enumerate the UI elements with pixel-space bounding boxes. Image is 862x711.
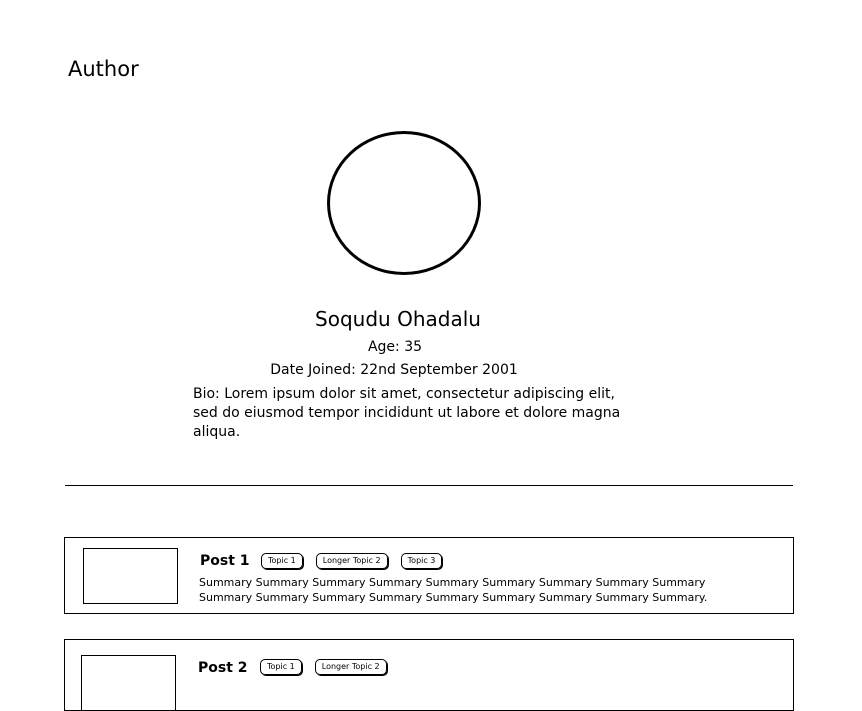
topic-tag[interactable]: Longer Topic 2 [314, 659, 387, 675]
topic-tag[interactable]: Topic 3 [400, 553, 443, 569]
post-title[interactable]: Post 1 [200, 553, 250, 569]
post-topics: Topic 1 Longer Topic 2 Topic 3 [261, 553, 443, 569]
post-thumbnail[interactable] [83, 548, 178, 604]
post-card[interactable]: Post 1 Topic 1 Longer Topic 2 Topic 3 Su… [64, 537, 794, 614]
post-thumbnail[interactable] [81, 655, 176, 711]
author-age: Age: 35 [367, 339, 423, 355]
topic-tag[interactable]: Topic 1 [260, 659, 302, 675]
post-card[interactable]: Post 2 Topic 1 Longer Topic 2 [64, 639, 794, 711]
avatar [327, 131, 481, 275]
author-name: Soqudu Ohadalu [315, 307, 481, 331]
topic-tag[interactable]: Topic 1 [261, 553, 303, 569]
post-title[interactable]: Post 2 [198, 660, 248, 676]
author-bio: Bio: Lorem ipsum dolor sit amet, consect… [193, 386, 621, 440]
author-date-joined: Date Joined: 22nd September 2001 [270, 362, 518, 378]
topic-tag[interactable]: Longer Topic 2 [315, 553, 388, 569]
post-topics: Topic 1 Longer Topic 2 [260, 659, 387, 675]
section-divider [65, 485, 793, 486]
post-summary: Summary Summary Summary Summary Summary … [199, 576, 708, 604]
page-title: Author [68, 57, 139, 81]
